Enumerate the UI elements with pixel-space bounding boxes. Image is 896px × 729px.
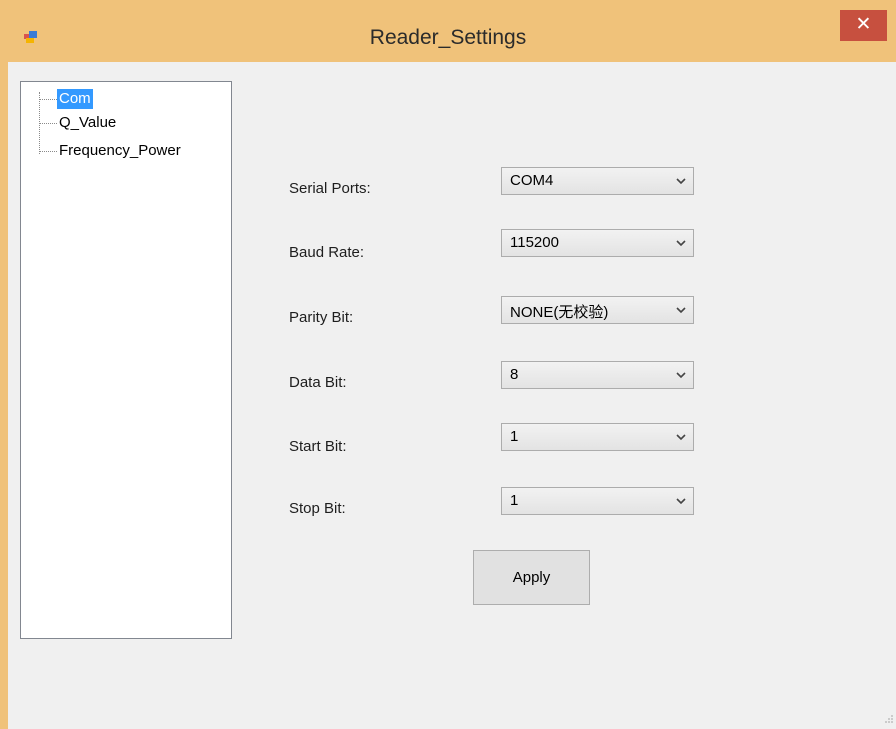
parity-bit-value: NONE(无校验) [510, 304, 609, 321]
tree-item-q-value[interactable]: Q_Value [21, 113, 231, 133]
resize-grip-icon[interactable] [882, 714, 894, 726]
baud-rate-value: 115200 [510, 234, 559, 251]
serial-ports-select[interactable]: COM4 [501, 167, 694, 195]
chevron-down-icon [676, 240, 686, 247]
chevron-down-icon [676, 434, 686, 441]
baud-rate-label: Baud Rate: [289, 244, 365, 261]
tree-item-com[interactable]: Com [21, 89, 231, 109]
tree-connector [39, 123, 57, 124]
data-bit-label: Data Bit: [289, 374, 347, 391]
start-bit-value: 1 [510, 428, 519, 445]
window-border-left [0, 0, 8, 729]
chevron-down-icon [676, 372, 686, 379]
stop-bit-value: 1 [510, 492, 519, 509]
serial-ports-label: Serial Ports: [289, 180, 371, 197]
apply-button[interactable]: Apply [473, 550, 590, 605]
window-title: Reader_Settings [369, 26, 527, 49]
close-button[interactable]: ✕ [840, 10, 887, 41]
tree-item-label: Q_Value [59, 114, 117, 131]
tree-connector [39, 151, 57, 152]
settings-tree[interactable]: Com Q_Value Frequency_Power [20, 81, 232, 639]
baud-rate-select[interactable]: 115200 [501, 229, 694, 257]
tree-item-frequency-power[interactable]: Frequency_Power [21, 141, 231, 161]
start-bit-label: Start Bit: [289, 438, 347, 455]
data-bit-value: 8 [510, 366, 519, 383]
chevron-down-icon [676, 498, 686, 505]
tree-item-label: Frequency_Power [59, 142, 181, 159]
chevron-down-icon [676, 307, 686, 314]
close-icon: ✕ [855, 14, 872, 35]
data-bit-select[interactable]: 8 [501, 361, 694, 389]
tree-item-label: Com [57, 89, 93, 109]
tree-connector [39, 99, 57, 100]
chevron-down-icon [676, 178, 686, 185]
parity-bit-label: Parity Bit: [289, 309, 354, 326]
serial-ports-value: COM4 [510, 172, 554, 189]
stop-bit-select[interactable]: 1 [501, 487, 694, 515]
title-bar[interactable]: Reader_Settings ✕ [0, 0, 896, 62]
stop-bit-label: Stop Bit: [289, 500, 346, 517]
parity-bit-select[interactable]: NONE(无校验) [501, 296, 694, 324]
start-bit-select[interactable]: 1 [501, 423, 694, 451]
